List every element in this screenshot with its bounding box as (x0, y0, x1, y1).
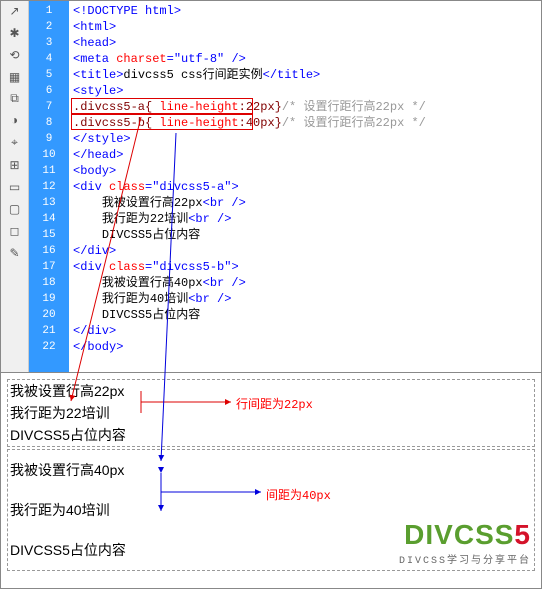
line-number: 13 (29, 195, 69, 211)
code-line: 我行距为40培训<br /> (73, 291, 537, 307)
toolbar-icon-6[interactable]: ⌖ (7, 135, 23, 151)
line-number: 16 (29, 243, 69, 259)
toolbar-icon-7[interactable]: ⊞ (7, 157, 23, 173)
code-line: </body> (73, 339, 537, 355)
line-number: 7 (29, 99, 69, 115)
line-number: 6 (29, 83, 69, 99)
line-number: 12 (29, 179, 69, 195)
preview-box-a: 我被设置行高22px 我行距为22培训 DIVCSS5占位内容 (7, 379, 535, 447)
line-number: 22 (29, 339, 69, 355)
line-number: 5 (29, 67, 69, 83)
code-line: 我被设置行高22px<br /> (73, 195, 537, 211)
logo-sub: DIVCSS学习与分享平台 (399, 551, 531, 567)
line-gutter: 12345678910111213141516171819202122 (29, 1, 69, 372)
line-number: 11 (29, 163, 69, 179)
code-line: .divcss5-b{ line-height:40px}/* 设置行距行高22… (73, 115, 537, 131)
toolbar-icon-0[interactable]: ↗ (7, 3, 23, 19)
toolbar-icon-9[interactable]: ▢ (7, 201, 23, 217)
preview-line: DIVCSS5占位内容 (10, 424, 532, 446)
code-line: <body> (73, 163, 537, 179)
toolbar-icon-5[interactable]: ◑ (7, 113, 23, 129)
toolbar-icon-3[interactable]: ▦ (7, 69, 23, 85)
code-line: <head> (73, 35, 537, 51)
line-number: 3 (29, 35, 69, 51)
annotation-22px: 行间距为22px (236, 395, 313, 412)
code-line: DIVCSS5占位内容 (73, 227, 537, 243)
line-number: 20 (29, 307, 69, 323)
code-line: .divcss5-a{ line-height:22px}/* 设置行距行高22… (73, 99, 537, 115)
code-line: <style> (73, 83, 537, 99)
line-number: 8 (29, 115, 69, 131)
line-number: 1 (29, 3, 69, 19)
code-line: 我被设置行高40px<br /> (73, 275, 537, 291)
toolbar-icon-10[interactable]: ◻ (7, 223, 23, 239)
code-line: <div class="divcss5-a"> (73, 179, 537, 195)
code-line: <meta charset="utf-8" /> (73, 51, 537, 67)
line-number: 15 (29, 227, 69, 243)
code-line: </div> (73, 243, 537, 259)
preview-pane: 我被设置行高22px 我行距为22培训 DIVCSS5占位内容 我被设置行高40… (1, 373, 541, 587)
line-number: 18 (29, 275, 69, 291)
toolbar-icon-11[interactable]: ✎ (7, 245, 23, 261)
line-number: 9 (29, 131, 69, 147)
editor-toolbar: ↗ ✱ ⟲ ▦ ⧉ ◑ ⌖ ⊞ ▭ ▢ ◻ ✎ (1, 1, 29, 372)
code-line: DIVCSS5占位内容 (73, 307, 537, 323)
code-line: </style> (73, 131, 537, 147)
code-line: <title>divcss5 css行间距实例</title> (73, 67, 537, 83)
code-line: <div class="divcss5-b"> (73, 259, 537, 275)
annotation-40px: 间距为40px (266, 486, 331, 503)
code-line: <!DOCTYPE html> (73, 3, 537, 19)
toolbar-icon-1[interactable]: ✱ (7, 25, 23, 41)
logo: DIVCSS5 DIVCSS学习与分享平台 (399, 519, 531, 567)
code-pane[interactable]: <!DOCTYPE html><html><head><meta charset… (69, 1, 541, 372)
preview-line: 我被设置行高40px (10, 450, 532, 490)
line-number: 14 (29, 211, 69, 227)
code-line: </div> (73, 323, 537, 339)
code-line: 我行距为22培训<br /> (73, 211, 537, 227)
line-number: 21 (29, 323, 69, 339)
code-editor: ↗✱⟲▦⧉◑⌖⊞▭▢◻✎ 123456789101112131415161718… (1, 1, 541, 373)
line-number: 19 (29, 291, 69, 307)
line-number: 4 (29, 51, 69, 67)
line-number: 10 (29, 147, 69, 163)
line-number: 17 (29, 259, 69, 275)
toolbar-icon-2[interactable]: ⟲ (7, 47, 23, 63)
toolbar-icon-4[interactable]: ⧉ (7, 91, 23, 107)
toolbar-icon-8[interactable]: ▭ (7, 179, 23, 195)
code-line: <html> (73, 19, 537, 35)
line-number: 2 (29, 19, 69, 35)
logo-main: DIVCSS5 (399, 519, 531, 551)
code-line: </head> (73, 147, 537, 163)
